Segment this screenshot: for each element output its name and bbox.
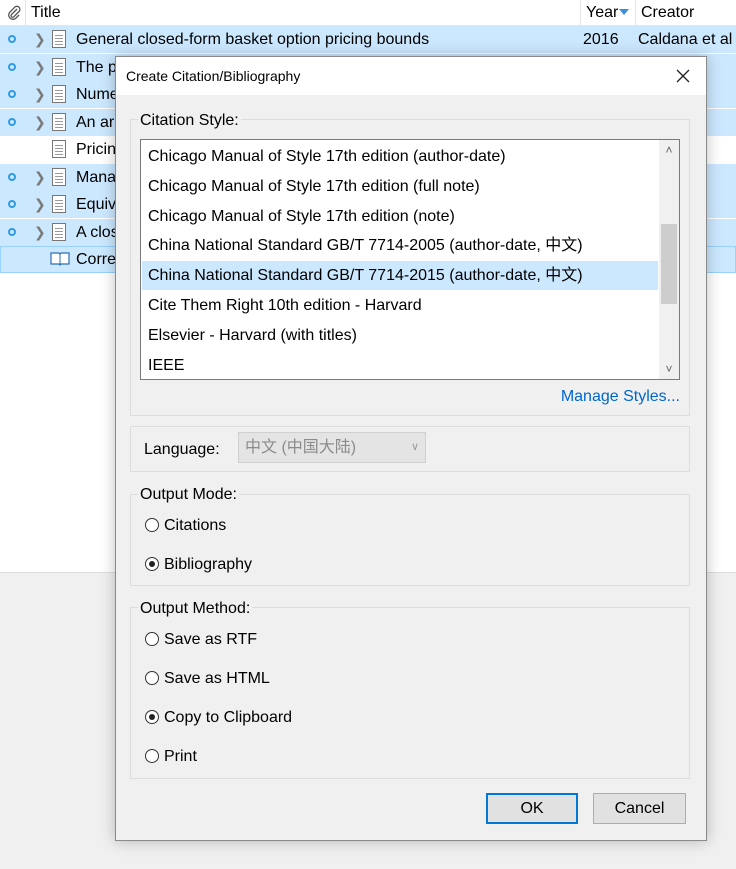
row-title: The p <box>76 58 117 76</box>
row-title: Pricin <box>76 141 117 158</box>
chevron-right-icon[interactable]: ❯ <box>34 222 46 242</box>
language-select[interactable]: 中文 (中国大陆) ∨ <box>238 432 426 463</box>
language-label: Language: <box>144 441 220 458</box>
radio-circle-icon[interactable] <box>145 749 159 763</box>
output-method-label: Output Method: <box>138 600 253 618</box>
close-button[interactable] <box>668 61 698 91</box>
column-creator[interactable]: Creator <box>641 0 694 25</box>
book-icon <box>50 252 70 266</box>
column-separator[interactable] <box>25 0 26 25</box>
row-title: Mana <box>76 168 117 186</box>
style-list-item[interactable]: Cite Them Right 10th edition - Harvard <box>142 291 658 320</box>
unread-dot-icon <box>8 62 16 71</box>
unread-dot-icon <box>8 35 16 43</box>
scrollbar-thumb[interactable] <box>661 224 677 304</box>
style-list-item[interactable]: China National Standard GB/T 7714-2005 (… <box>142 231 658 260</box>
close-icon <box>676 69 690 83</box>
radio-label[interactable]: Save as HTML <box>164 668 270 690</box>
chevron-down-icon: ∨ <box>410 441 419 453</box>
attachment-icon[interactable] <box>6 5 22 21</box>
table-row[interactable]: ❯ General closed-form basket option prici… <box>0 26 736 53</box>
unread-dot-icon <box>8 90 16 98</box>
row-title: Corre <box>76 251 117 268</box>
radio-label[interactable]: Copy to Clipboard <box>164 707 292 729</box>
radio-circle-icon[interactable] <box>145 518 159 532</box>
unread-dot-icon <box>8 117 16 126</box>
create-citation-dialog: Create Citation/Bibliography Citation St… <box>115 56 707 841</box>
row-year: 2016 <box>583 31 619 48</box>
document-icon <box>52 195 66 213</box>
dialog-titlebar: Create Citation/Bibliography <box>116 57 706 95</box>
unread-dot-icon <box>8 172 16 181</box>
document-icon <box>52 112 66 131</box>
row-title: Nume <box>76 86 119 103</box>
radio-circle-icon[interactable] <box>145 557 159 571</box>
chevron-right-icon[interactable]: ❯ <box>34 112 46 132</box>
table-header: Title Year Creator <box>0 0 736 26</box>
radio-label[interactable]: Save as RTF <box>164 629 257 651</box>
row-creator: Caldana et al <box>638 31 733 48</box>
output-mode-label: Output Mode: <box>138 486 239 504</box>
unread-dot-icon <box>8 200 16 208</box>
style-list-item[interactable]: Elsevier - Harvard (with titles) <box>142 321 658 350</box>
radio-circle-icon[interactable] <box>145 710 159 724</box>
style-list-item[interactable]: Chicago Manual of Style 17th edition (fu… <box>142 172 658 201</box>
document-icon <box>52 85 66 103</box>
chevron-right-icon[interactable]: ❯ <box>34 84 46 104</box>
style-list-item[interactable]: Chicago Manual of Style 17th edition (no… <box>142 202 658 231</box>
radio-label[interactable]: Print <box>164 746 197 768</box>
column-year[interactable]: Year <box>586 0 618 25</box>
style-list-item[interactable]: IEEE <box>142 351 658 379</box>
document-icon <box>52 167 66 186</box>
document-icon <box>52 57 66 76</box>
radio-circle-icon[interactable] <box>145 671 159 685</box>
document-icon <box>52 222 66 241</box>
language-value: 中文 (中国大陆) <box>245 439 357 456</box>
radio-label[interactable]: Citations <box>164 515 226 537</box>
sort-descending-icon <box>619 9 629 15</box>
scroll-down-icon[interactable]: ˅ <box>659 359 679 379</box>
cancel-button[interactable]: Cancel <box>593 793 686 824</box>
document-icon <box>52 30 66 48</box>
column-separator[interactable] <box>580 0 581 25</box>
row-title: General closed-form basket option pricin… <box>76 31 430 48</box>
radio-circle-icon[interactable] <box>145 632 159 646</box>
radio-label[interactable]: Bibliography <box>164 554 252 576</box>
column-separator[interactable] <box>635 0 636 25</box>
column-title[interactable]: Title <box>31 0 61 25</box>
citation-style-label: Citation Style: <box>138 112 241 130</box>
style-list-item[interactable]: Chicago Manual of Style 17th edition (au… <box>142 142 658 171</box>
unread-dot-icon <box>8 227 16 236</box>
manage-styles-link[interactable]: Manage Styles... <box>561 387 680 407</box>
row-title: Equiv <box>76 196 117 213</box>
ok-button[interactable]: OK <box>486 793 578 824</box>
style-list-scrollbar[interactable]: ˄ ˅ <box>659 140 679 379</box>
style-list-item[interactable]: China National Standard GB/T 7714-2015 (… <box>142 261 658 291</box>
row-title: An ar <box>76 113 115 131</box>
chevron-right-icon[interactable]: ❯ <box>34 194 46 214</box>
chevron-right-icon[interactable]: ❯ <box>34 167 46 187</box>
document-icon <box>52 140 66 158</box>
row-title: A clos <box>76 223 119 241</box>
chevron-right-icon[interactable]: ❯ <box>34 57 46 77</box>
chevron-right-icon[interactable]: ❯ <box>34 29 46 49</box>
dialog-title: Create Citation/Bibliography <box>126 68 301 84</box>
scroll-up-icon[interactable]: ˄ <box>659 140 679 160</box>
citation-style-list[interactable]: Chicago Manual of Style 17th edition (au… <box>140 139 680 380</box>
